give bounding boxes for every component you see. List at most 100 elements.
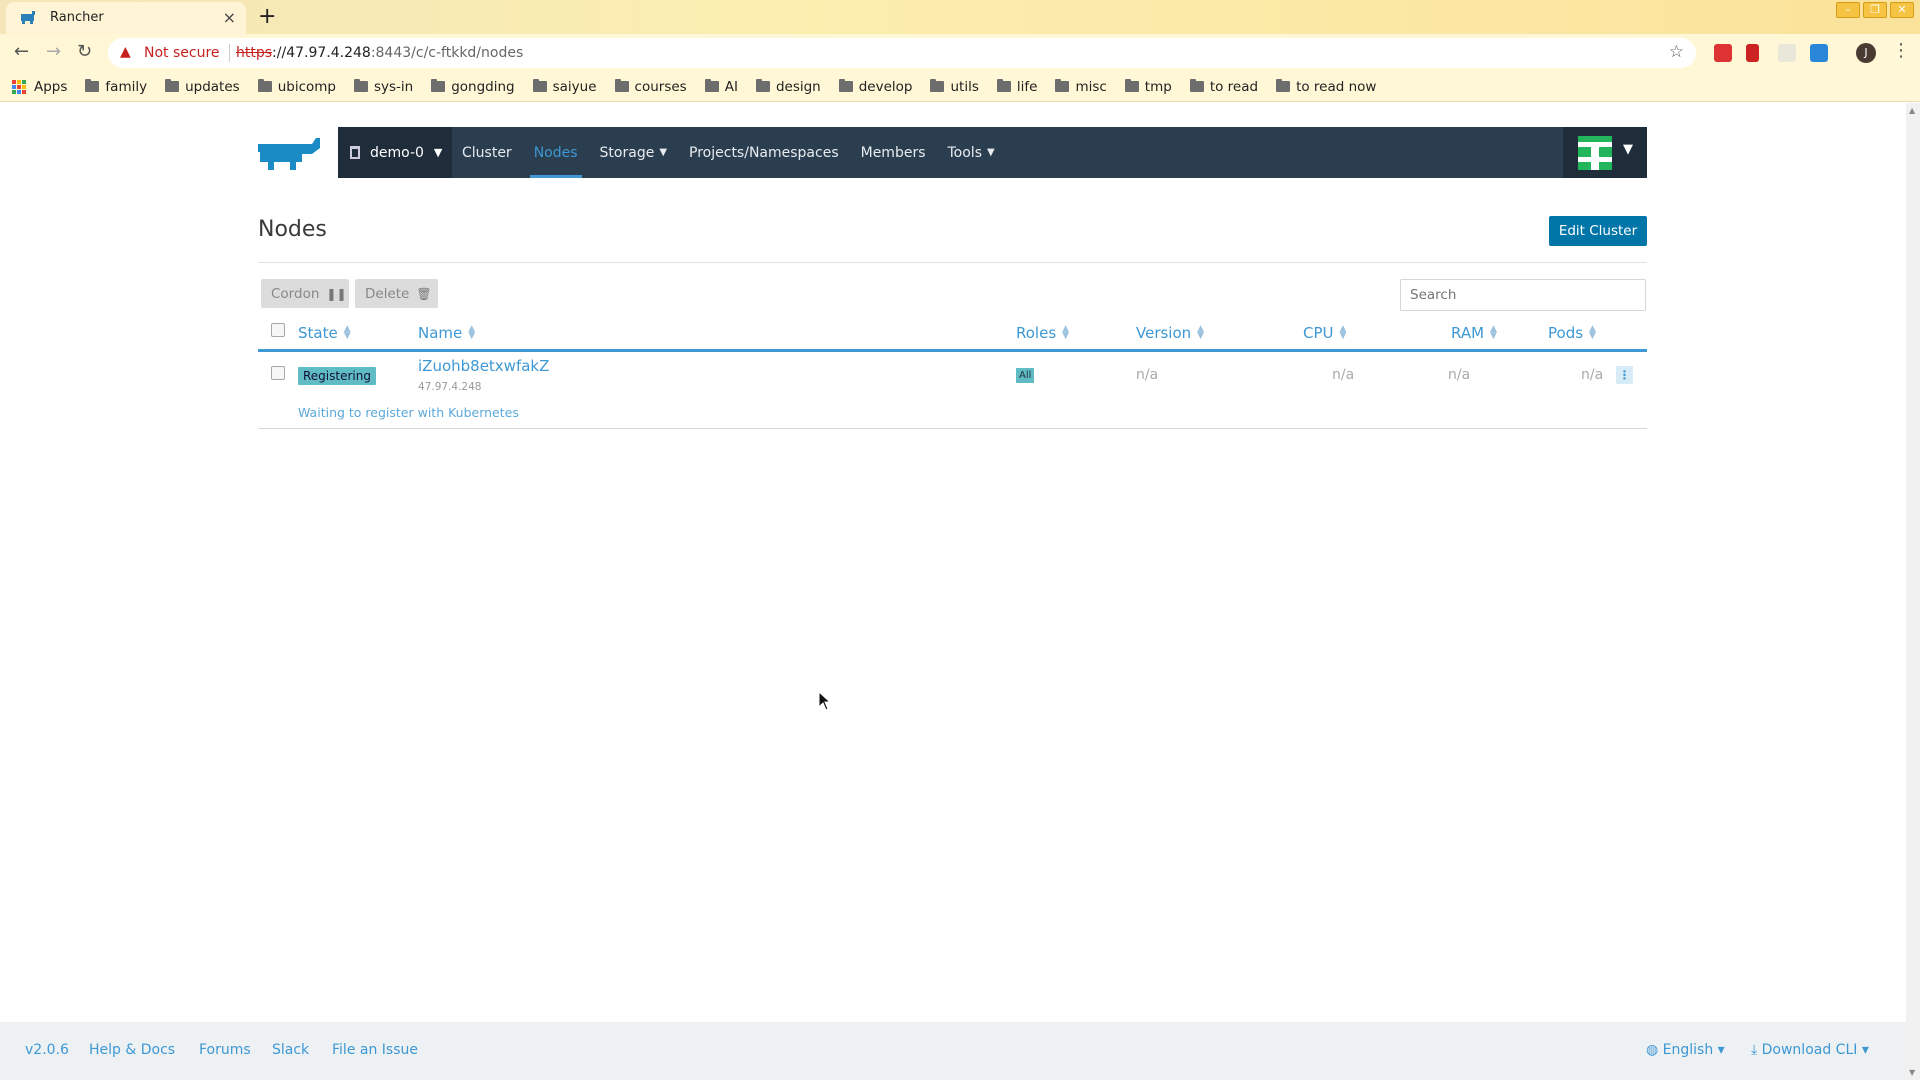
extension-icon[interactable] — [1810, 44, 1828, 62]
column-roles[interactable]: Roles ▲ ▼ — [1016, 324, 1069, 342]
bookmark-folder[interactable]: develop — [838, 78, 913, 95]
page-footer: v2.0.6 Help & Docs Forums Slack File an … — [0, 1022, 1906, 1080]
version-link[interactable]: v2.0.6 — [25, 1042, 69, 1058]
nav-cluster[interactable]: Cluster — [462, 127, 512, 178]
cpu-value: n/a — [1332, 367, 1355, 383]
column-pods[interactable]: Pods ▲ ▼ — [1548, 324, 1596, 342]
chevron-down-icon: ▾ — [1857, 1042, 1869, 1058]
forward-icon[interactable]: → — [46, 41, 61, 62]
user-menu[interactable]: ▼ — [1563, 127, 1647, 178]
new-tab-button[interactable]: + — [258, 4, 276, 29]
profile-avatar[interactable]: J — [1856, 43, 1876, 63]
forums-link[interactable]: Forums — [199, 1042, 251, 1058]
scroll-down-icon[interactable]: ▼ — [1909, 1068, 1915, 1077]
bookmark-label: to read — [1209, 78, 1259, 95]
bookmark-star-icon[interactable]: ☆ — [1669, 42, 1684, 62]
back-icon[interactable]: ← — [14, 41, 29, 62]
language-selector[interactable]: ◍ English ▾ — [1646, 1042, 1725, 1058]
column-state[interactable]: State ▲ ▼ — [298, 324, 351, 342]
page-title: Nodes — [258, 217, 327, 242]
help-docs-link[interactable]: Help & Docs — [89, 1042, 175, 1058]
omnibox[interactable]: ▲ Not secure https://47.97.4.248:8443/c/… — [108, 38, 1696, 68]
bookmark-folder[interactable]: to read now — [1276, 79, 1376, 95]
bookmark-label: develop — [858, 78, 913, 95]
node-ip: 47.97.4.248 — [418, 381, 482, 393]
rancher-logo-icon[interactable] — [258, 136, 324, 172]
row-actions-menu-icon[interactable]: ⋮ — [1616, 366, 1633, 384]
minimize-button[interactable]: – — [1836, 2, 1860, 18]
security-label: Not secure — [144, 45, 220, 61]
header-divider — [258, 262, 1647, 263]
extension-icon[interactable] — [1714, 44, 1732, 62]
browser-menu-icon[interactable]: ⋮ — [1892, 40, 1910, 61]
folder-icon — [755, 79, 770, 92]
browser-tab[interactable]: Rancher × — [6, 2, 246, 34]
bookmark-label: design — [775, 78, 821, 95]
url-scheme: https — [236, 45, 273, 61]
nav-storage[interactable]: Storage ▼ — [600, 127, 667, 178]
bookmark-folder[interactable]: tmp — [1124, 79, 1172, 95]
chevron-down-icon: ▼ — [1623, 142, 1633, 157]
nav-label: Projects/Namespaces — [689, 144, 839, 161]
url-text[interactable]: https://47.97.4.248:8443/c/c-ftkkd/nodes — [236, 45, 523, 61]
bookmark-folder[interactable]: updates — [165, 79, 240, 95]
column-name[interactable]: Name ▲ ▼ — [418, 324, 475, 342]
page-scrollbar[interactable]: ▲ ▼ — [1906, 103, 1920, 1080]
search-input[interactable] — [1400, 279, 1646, 311]
delete-button[interactable]: Delete 🗑 — [355, 279, 438, 308]
tab-close-icon[interactable]: × — [223, 8, 236, 27]
nav-label: Nodes — [533, 144, 578, 161]
bookmark-apps[interactable]: Apps — [12, 79, 67, 95]
restore-button[interactable]: ❐ — [1863, 2, 1887, 18]
column-label: Pods — [1548, 324, 1584, 342]
slack-link[interactable]: Slack — [272, 1042, 309, 1058]
bookmark-folder[interactable]: life — [996, 79, 1037, 95]
cordon-button[interactable]: Cordon ❚❚ — [261, 279, 349, 308]
node-name-link[interactable]: iZuohb8etxwfakZ — [418, 357, 549, 375]
download-cli-button[interactable]: ⤓ Download CLI ▾ — [1751, 1042, 1869, 1058]
ram-value: n/a — [1448, 367, 1471, 383]
bookmark-label: gongding — [451, 78, 515, 95]
bookmark-folder[interactable]: utils — [930, 79, 979, 95]
select-all-checkbox[interactable] — [271, 323, 285, 337]
address-toolbar: ← → ↻ ▲ Not secure https://47.97.4.248:8… — [0, 34, 1920, 72]
cluster-selector[interactable]: demo-0 ▼ — [338, 127, 452, 178]
nav-projects-namespaces[interactable]: Projects/Namespaces — [689, 127, 839, 178]
nav-nodes[interactable]: Nodes — [529, 127, 582, 178]
status-badge: Registering — [298, 367, 376, 385]
nav-tools[interactable]: Tools ▼ — [948, 127, 995, 178]
bookmark-folder[interactable]: design — [755, 78, 821, 95]
bookmark-folder[interactable]: courses — [614, 79, 687, 95]
column-label: CPU — [1303, 324, 1334, 342]
nav-members[interactable]: Members — [861, 127, 926, 178]
bookmark-folder[interactable]: gongding — [431, 78, 515, 95]
row-checkbox[interactable] — [271, 366, 285, 380]
cordon-label: Cordon — [271, 285, 320, 302]
scroll-up-icon[interactable]: ▲ — [1909, 106, 1915, 115]
role-badge: All — [1016, 368, 1035, 383]
nav-label: Tools — [947, 144, 983, 161]
globe-icon: ◍ — [1646, 1042, 1663, 1058]
column-version[interactable]: Version ▲ ▼ — [1136, 324, 1204, 342]
folder-icon — [996, 79, 1011, 92]
edit-cluster-button[interactable]: Edit Cluster — [1549, 216, 1647, 246]
folder-icon — [1055, 79, 1070, 92]
bookmark-folder[interactable]: sys-in — [353, 79, 413, 95]
bookmark-folder[interactable]: saiyue — [532, 79, 597, 95]
extension-icon[interactable] — [1778, 44, 1796, 62]
close-window-button[interactable]: ✕ — [1890, 2, 1914, 18]
reload-icon[interactable]: ↻ — [77, 41, 92, 62]
bookmark-folder[interactable]: misc — [1055, 79, 1107, 95]
column-ram[interactable]: RAM ▲ ▼ — [1451, 324, 1497, 342]
extension-icon[interactable] — [1746, 44, 1759, 62]
bookmark-folder[interactable]: ubicomp — [257, 79, 336, 95]
folder-icon — [1189, 79, 1204, 92]
bookmark-folder[interactable]: family — [85, 79, 147, 95]
column-cpu[interactable]: CPU ▲ ▼ — [1303, 324, 1346, 342]
bookmark-folder[interactable]: to read — [1189, 78, 1259, 95]
table-row: Registering iZuohb8etxwfakZ 47.97.4.248 … — [258, 355, 1647, 429]
url-separator: :// — [272, 45, 287, 61]
bookmark-folder[interactable]: AI — [704, 79, 738, 95]
file-issue-link[interactable]: File an Issue — [332, 1042, 418, 1058]
top-navigation: demo-0 ▼ Cluster Nodes Storage ▼ Projects… — [338, 127, 1647, 178]
